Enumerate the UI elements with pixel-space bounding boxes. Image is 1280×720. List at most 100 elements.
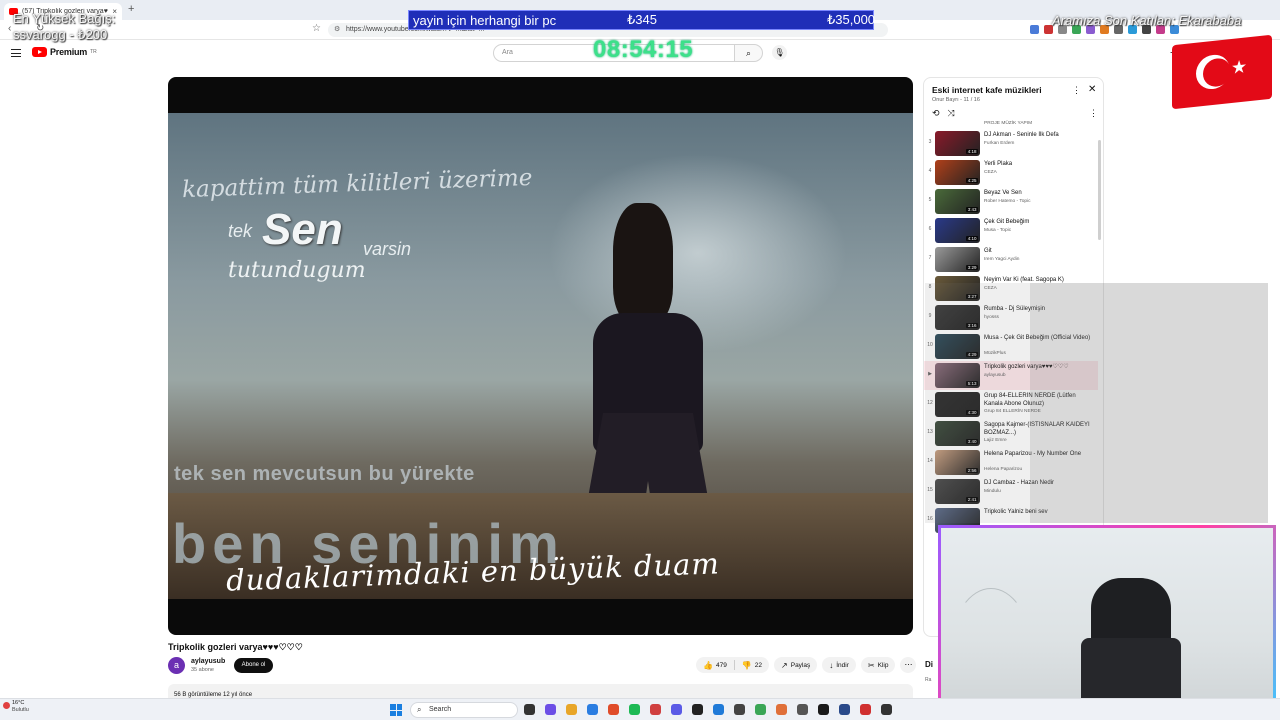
subscribe-button[interactable]: Abone ol (234, 658, 273, 673)
taskbar-app-icon[interactable] (881, 704, 892, 715)
playlist-menu-icon[interactable]: ⋮ (1072, 85, 1081, 96)
lyric-line-2b: Sen (262, 205, 343, 254)
share-button[interactable]: ↗ Paylaş (774, 657, 818, 673)
weather-icon (3, 702, 10, 709)
taskbar-app-icon[interactable] (776, 704, 787, 715)
playlist-item-channel: Irem Yagci Aydin (984, 257, 1020, 262)
extension-icon[interactable] (1030, 25, 1039, 34)
channel-subscribers: 35 abone (191, 667, 214, 673)
side-cut-sub: Ra (925, 677, 932, 683)
more-actions-button[interactable]: ⋯ (900, 657, 917, 673)
playlist-item[interactable]: 7 3:29 Git Irem Yagci Aydin (924, 245, 1098, 274)
video-title: Tripkolik gozleri varya♥♥♥♡♡♡ (168, 642, 303, 652)
taskbar-app-icon[interactable] (797, 704, 808, 715)
taskbar-app-icon[interactable] (734, 704, 745, 715)
taskbar-app-icon[interactable] (755, 704, 766, 715)
playlist-item-thumbnail[interactable]: 3:29 (935, 247, 980, 272)
flag-star: ★ (1231, 56, 1248, 79)
logo-country: TR (90, 49, 97, 55)
scissors-icon: ✂ (867, 660, 875, 670)
playlist-item-index: 5 (928, 197, 932, 203)
donation-current: ₺345 (627, 12, 657, 27)
top-donor-value: ssvarogg - ₺200 (13, 27, 108, 42)
taskbar-app-icon[interactable] (566, 704, 577, 715)
playlist-item[interactable]: 6 4:10 Çek Git Bebeğim Musa - Topic (924, 216, 1098, 245)
site-info-icon[interactable]: ⚙ (334, 23, 340, 37)
youtube-logo[interactable]: Premium TR (32, 47, 97, 57)
back-icon[interactable]: ‹ (8, 23, 11, 34)
playlist-item-thumbnail[interactable]: 3:43 (935, 189, 980, 214)
taskbar-app-icon[interactable] (839, 704, 850, 715)
taskbar-search-icon: ⌕ (417, 705, 422, 714)
playlist-subtitle: Onur Bayrı - 11 / 16 (932, 97, 980, 103)
overlay-dim (1030, 283, 1268, 523)
bookmark-star-icon[interactable]: ☆ (312, 23, 321, 34)
turkish-flag-icon: ★ (1172, 34, 1272, 110)
taskbar-app-icon[interactable] (524, 704, 535, 715)
new-tab-button[interactable]: + (128, 3, 134, 15)
loop-icon[interactable]: ⟲ (932, 108, 940, 119)
channel-avatar[interactable]: a (168, 657, 185, 674)
playlist-item-index: 3 (928, 139, 932, 145)
video-player[interactable]: kapattim tüm kilitleri üzerime tek Sen v… (168, 77, 913, 635)
playlist-item-channel: Furkan Erdem (984, 141, 1015, 146)
share-icon: ↗ (781, 660, 788, 670)
figure-hair (613, 203, 673, 323)
playlist-item-title: Beyaz Ve Sen (984, 190, 1022, 196)
lyric-line-2c: varsin (363, 239, 412, 259)
search-icon[interactable]: ⌕ (735, 44, 763, 62)
taskbar-app-icon[interactable] (818, 704, 829, 715)
taskbar-app-icon[interactable] (545, 704, 556, 715)
dislike-button[interactable]: 👎 22 (735, 657, 769, 673)
taskbar-app-icon[interactable] (692, 704, 703, 715)
playlist-item[interactable]: 5 3:43 Beyaz Ve Sen Rober Hatemo - Topic (924, 187, 1098, 216)
last-joined: Aramıza Son Katılan: Ekarababa (1052, 13, 1242, 28)
playlist-controls: ⟲ ⤨ (932, 108, 955, 119)
playlist-close-icon[interactable]: ✕ (1088, 84, 1096, 95)
like-button[interactable]: 👍 479 (696, 657, 734, 673)
lyric-line-1: kapattim tüm kilitleri üzerime (181, 164, 533, 204)
top-donor-label: En Yüksek Bağış: (13, 11, 116, 26)
playlist-title[interactable]: Eski internet kafe müzikleri (932, 85, 1042, 95)
weather-desc: Bulutlu (12, 707, 29, 713)
playlist-item-duration: 4:10 (966, 236, 978, 241)
playlist-item-duration: 3:29 (966, 265, 978, 270)
taskbar-app-icon[interactable] (671, 704, 682, 715)
playlist-item-title: Git (984, 248, 992, 254)
taskbar-search[interactable]: ⌕ Search (410, 702, 518, 718)
playlist-options-icon[interactable]: ⋮ (1089, 108, 1098, 119)
top-donor: En Yüksek Bağış: ssvarogg - ₺200 (13, 11, 115, 43)
download-button[interactable]: ↓ İndir (822, 657, 856, 673)
shuffle-icon[interactable]: ⤨ (948, 108, 955, 119)
windows-start-icon[interactable] (390, 704, 402, 716)
weather-widget[interactable]: 16°C Bulutlu (12, 700, 29, 714)
taskbar-app-icon[interactable] (629, 704, 640, 715)
start-tile (390, 710, 396, 716)
donation-goal-text: yayin için herhangi bir pc (413, 12, 557, 28)
playlist-item-thumbnail[interactable]: 4:18 (935, 131, 980, 156)
playlist-item[interactable]: 4 4:25 Yerli Plaka CEZA (924, 158, 1098, 187)
taskbar-app-icon[interactable] (608, 704, 619, 715)
menu-icon[interactable] (11, 49, 21, 57)
overlay-dim-left (925, 283, 1030, 523)
playlist-item-thumbnail[interactable]: 4:25 (935, 160, 980, 185)
screen: (57) Tripkolik gozleri varya♥♥♥ × + ‹ ↻ … (0, 0, 1280, 720)
playlist-item-index: 4 (928, 168, 932, 174)
playlist-item-channel: CEZA (984, 170, 997, 175)
playlist-scrollbar[interactable] (1098, 140, 1101, 240)
taskbar-app-icon[interactable] (587, 704, 598, 715)
taskbar-apps (524, 704, 892, 715)
playlist-item[interactable]: 3 4:18 DJ Akman - Seninle İlk Defa Furkan E… (924, 129, 1098, 158)
thumbs-up-icon: 👍 (703, 660, 713, 670)
playlist-item-duration: 3:43 (966, 207, 978, 212)
taskbar-app-icon[interactable] (860, 704, 871, 715)
microphone-icon[interactable]: 🎙 (772, 45, 787, 60)
playlist-item-title: Yerli Plaka (984, 161, 1013, 167)
taskbar-app-icon[interactable] (713, 704, 724, 715)
like-count: 479 (715, 661, 727, 669)
channel-name[interactable]: aylayusub (191, 658, 225, 665)
playlist-item-thumbnail[interactable]: 4:10 (935, 218, 980, 243)
taskbar-app-icon[interactable] (650, 704, 661, 715)
clip-button[interactable]: ✂ Klip (860, 657, 896, 673)
playlist-item-duration: 4:25 (966, 178, 978, 183)
